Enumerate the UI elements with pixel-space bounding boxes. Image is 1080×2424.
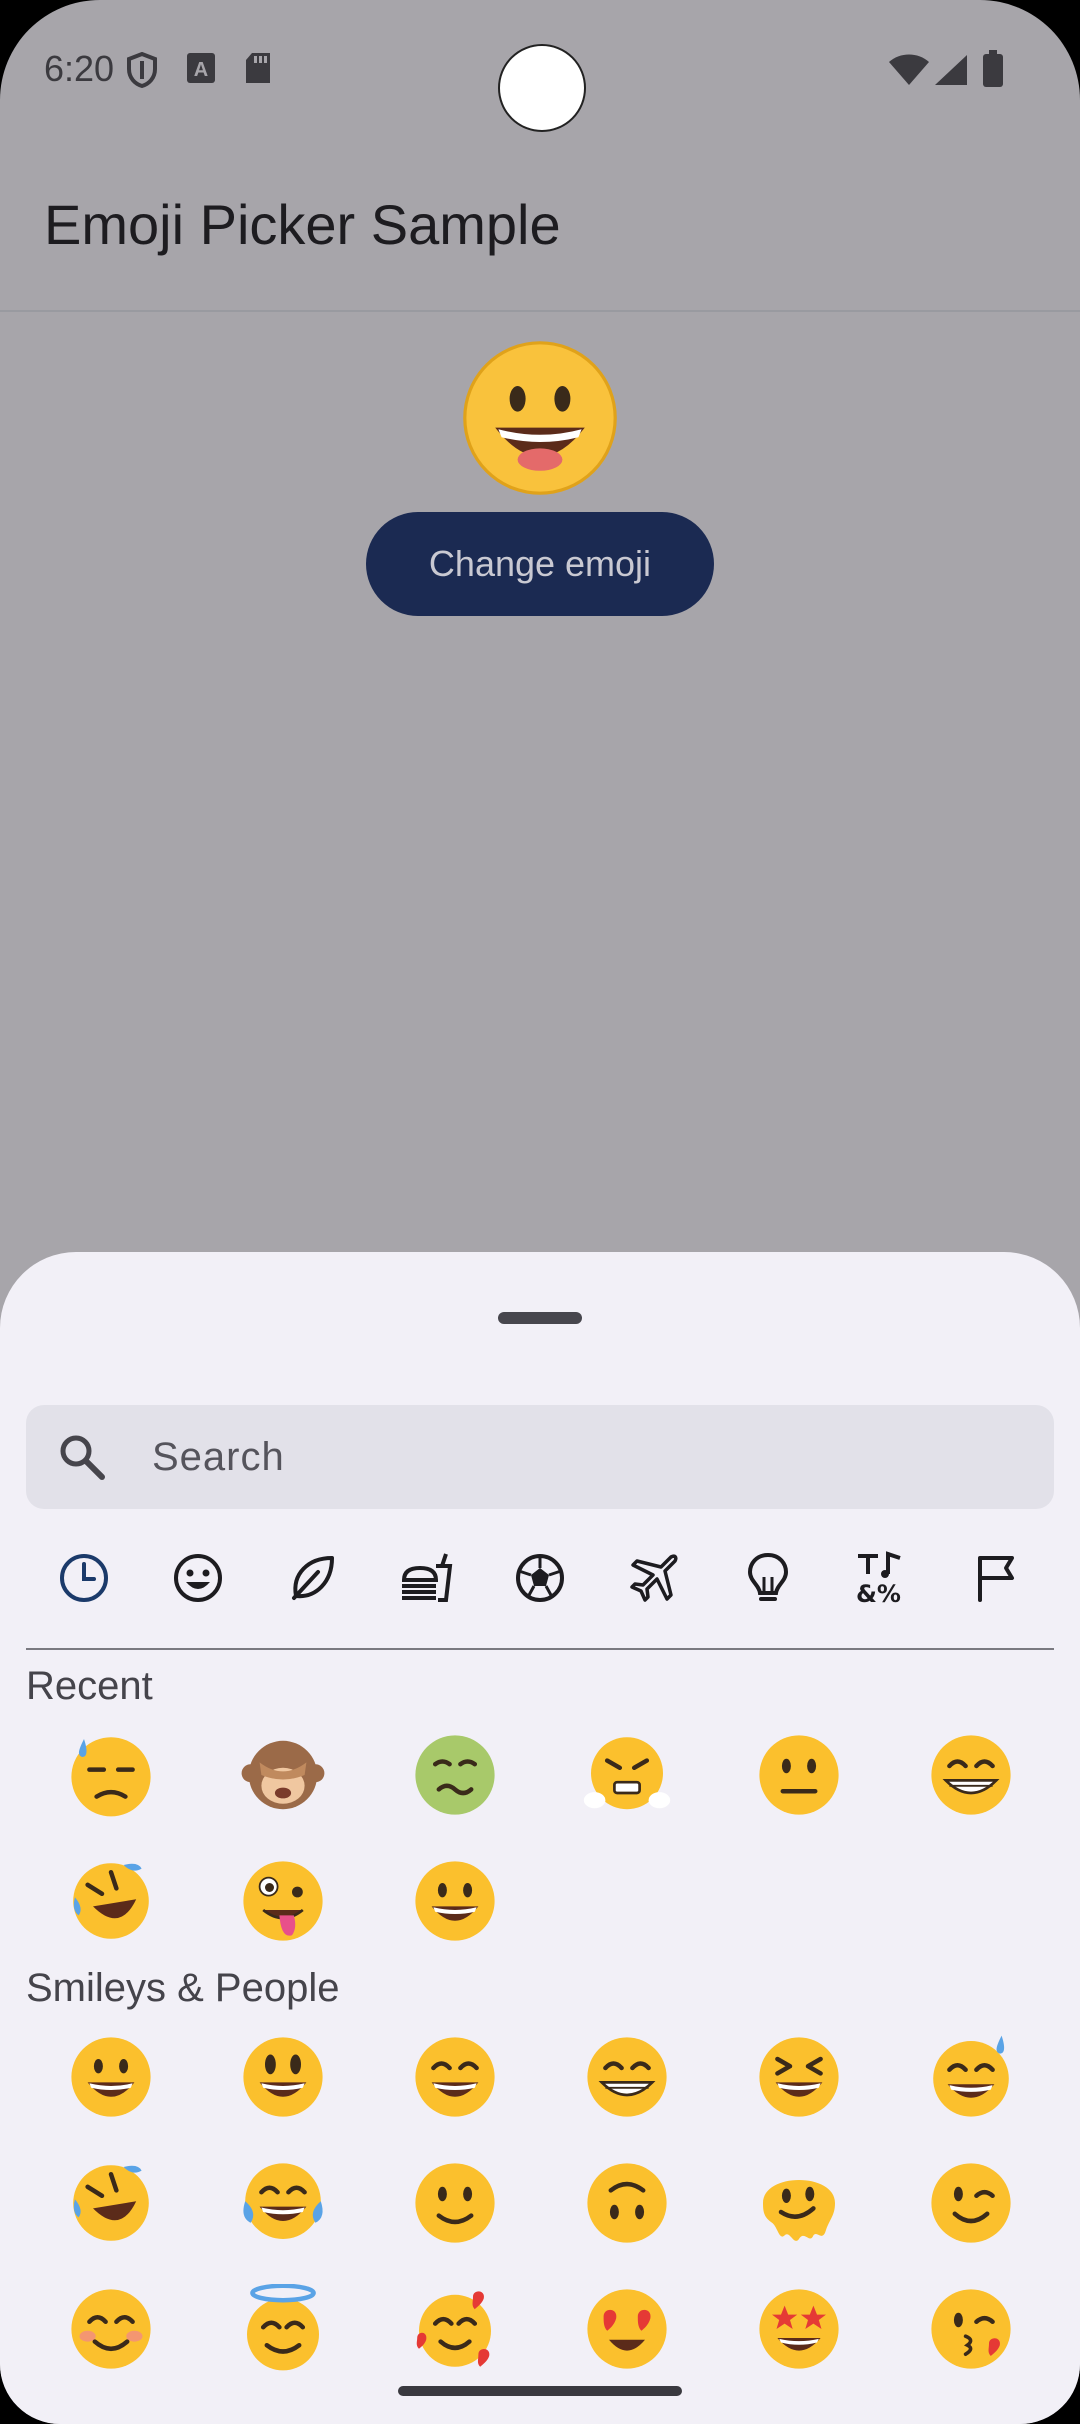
emoji-rolling-on-floor-laughing[interactable] <box>66 1856 156 1946</box>
home-indicator[interactable] <box>398 2386 682 2396</box>
emoji-smiling-face-smiling-eyes[interactable] <box>66 2284 156 2374</box>
emoji-neutral-face[interactable] <box>754 1730 844 1820</box>
emoji-see-no-evil-monkey[interactable] <box>238 1730 328 1820</box>
tab-food[interactable] <box>388 1542 464 1618</box>
app-title: Emoji Picker Sample <box>44 193 561 256</box>
section-label-smileys: Smileys & People <box>26 1966 340 2010</box>
tab-flags[interactable] <box>958 1542 1034 1618</box>
emoji-rolling-on-floor-laughing[interactable] <box>66 2158 156 2248</box>
emoji-smiling-face-with-hearts[interactable] <box>410 2284 500 2374</box>
tab-nature[interactable] <box>274 1542 350 1618</box>
emoji-smiling-face-with-halo[interactable] <box>238 2284 328 2374</box>
emoji-face-with-steam[interactable] <box>582 1730 672 1820</box>
change-emoji-button[interactable]: Change emoji <box>366 512 714 616</box>
section-label-recent: Recent <box>26 1664 153 1708</box>
search-placeholder: Search <box>152 1435 285 1479</box>
emoji-nauseated-face[interactable] <box>410 1730 500 1820</box>
drag-handle[interactable] <box>498 1312 582 1324</box>
emoji-downcast-face-with-sweat[interactable] <box>66 1730 156 1820</box>
emoji-grinning-face[interactable] <box>410 1856 500 1946</box>
font-download-icon: A <box>186 52 216 89</box>
symbols-icon: &% <box>854 1550 910 1611</box>
emoji-picker-sheet: Search &% Recent Smileys & People <box>0 1252 1080 2424</box>
soccer-ball-icon <box>514 1552 566 1609</box>
status-bar: 6:20 A <box>0 0 1080 140</box>
search-input[interactable]: Search <box>26 1405 1054 1509</box>
emoji-slightly-smiling-face[interactable] <box>410 2158 500 2248</box>
sd-card-icon <box>244 52 272 89</box>
emoji-melting-face[interactable] <box>754 2158 844 2248</box>
tab-symbols[interactable]: &% <box>844 1542 920 1618</box>
emoji-zany-face[interactable] <box>238 1856 328 1946</box>
smiley-icon <box>172 1552 224 1609</box>
emoji-grinning-squinting-face[interactable] <box>754 2032 844 2122</box>
svg-text:&%: &% <box>856 1580 901 1606</box>
svg-text:A: A <box>194 59 208 81</box>
emoji-upside-down-face[interactable] <box>582 2158 672 2248</box>
emoji-face-with-tears-of-joy[interactable] <box>238 2158 328 2248</box>
food-icon <box>398 1552 454 1609</box>
search-icon <box>56 1431 108 1488</box>
tab-activities[interactable] <box>502 1542 578 1618</box>
emoji-smiling-face-heart-eyes[interactable] <box>582 2284 672 2374</box>
flag-icon <box>970 1552 1022 1609</box>
leaf-icon <box>286 1552 338 1609</box>
emoji-beaming-face[interactable] <box>926 1730 1016 1820</box>
tab-travel[interactable] <box>616 1542 692 1618</box>
emoji-face-blowing-kiss[interactable] <box>926 2284 1016 2374</box>
screen: 6:20 A Emoji Picker Sample Change emoji … <box>0 0 1080 2424</box>
tab-smileys[interactable] <box>160 1542 236 1618</box>
clock-icon <box>58 1552 110 1609</box>
emoji-grinning-face-smiling-eyes[interactable] <box>410 2032 500 2122</box>
emoji-beaming-face[interactable] <box>582 2032 672 2122</box>
category-tabs: &% <box>26 1542 1054 1618</box>
selected-emoji <box>463 341 617 495</box>
airplane-icon <box>627 1551 681 1610</box>
category-divider <box>26 1648 1054 1650</box>
tab-objects[interactable] <box>730 1542 806 1618</box>
battery-icon <box>982 50 1004 93</box>
app-bar: Emoji Picker Sample <box>0 140 1080 312</box>
shield-icon <box>126 51 158 93</box>
emoji-winking-face[interactable] <box>926 2158 1016 2248</box>
status-time: 6:20 <box>44 48 115 89</box>
camera-cutout <box>498 44 586 132</box>
tab-recent[interactable] <box>46 1542 122 1618</box>
lightbulb-icon <box>742 1551 794 1610</box>
cell-signal-icon <box>934 54 968 91</box>
emoji-star-struck[interactable] <box>754 2284 844 2374</box>
emoji-grinning-face-with-sweat[interactable] <box>926 2032 1016 2122</box>
emoji-row-peek <box>66 2410 1016 2424</box>
emoji-grinning-face-big-eyes[interactable] <box>238 2032 328 2122</box>
emoji-grinning-face[interactable] <box>66 2032 156 2122</box>
wifi-icon <box>888 54 930 91</box>
